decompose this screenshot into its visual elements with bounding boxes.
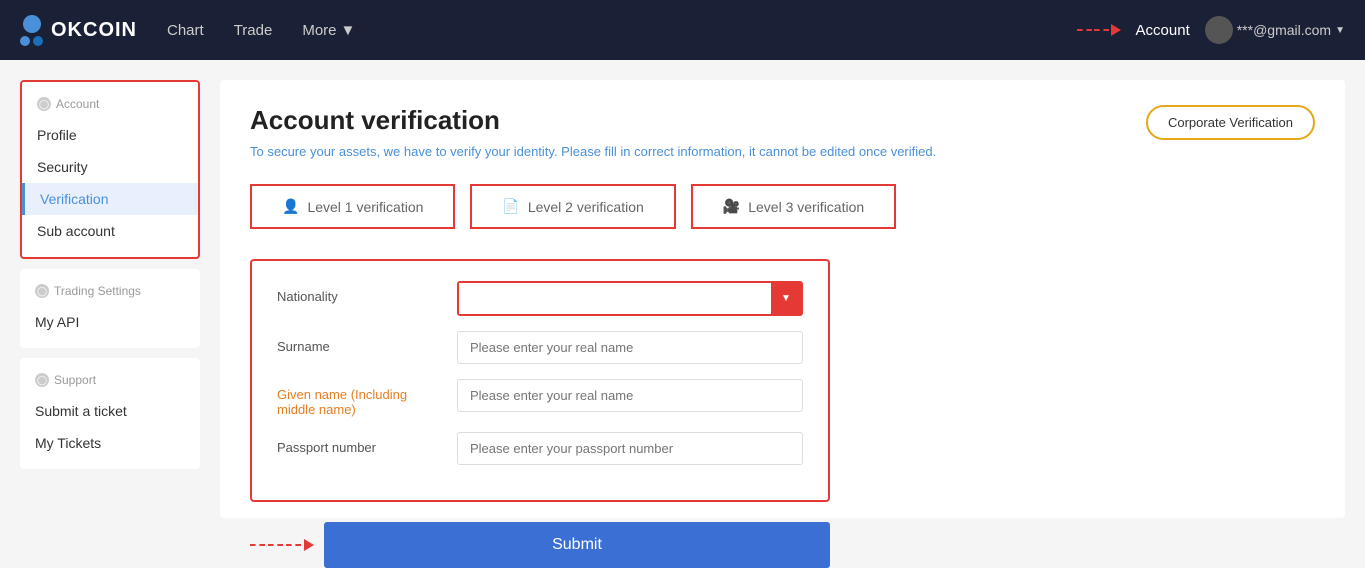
submit-dash-3 bbox=[286, 544, 301, 546]
logo-dot-2 bbox=[33, 36, 43, 46]
given-name-label: Given name (Including middle name) bbox=[277, 379, 437, 417]
submit-dash-1 bbox=[250, 544, 265, 546]
page-subtitle: To secure your assets, we have to verify… bbox=[250, 144, 1315, 159]
person-icon: 👤 bbox=[282, 198, 299, 215]
surname-row: Surname bbox=[277, 331, 803, 364]
support-section-icon: ◯ bbox=[35, 373, 49, 387]
sidebar-item-security[interactable]: Security bbox=[22, 151, 198, 183]
video-icon: 🎥 bbox=[723, 198, 740, 215]
nationality-select[interactable] bbox=[459, 283, 801, 314]
sidebar-item-my-tickets[interactable]: My Tickets bbox=[20, 427, 200, 459]
sidebar-item-profile[interactable]: Profile bbox=[22, 119, 198, 151]
sidebar: ◯ Account Profile Security Verification … bbox=[20, 80, 200, 518]
level-2-btn[interactable]: 📄 Level 2 verification bbox=[470, 184, 675, 229]
nav-trade[interactable]: Trade bbox=[234, 22, 273, 39]
header: OKCOIN Chart Trade More ▼ Account ***@gm… bbox=[0, 0, 1365, 60]
user-email-display[interactable]: ***@gmail.com ▼ bbox=[1205, 16, 1345, 44]
account-arrow-indicator bbox=[1077, 24, 1121, 36]
main-layout: ◯ Account Profile Security Verification … bbox=[0, 60, 1365, 538]
verification-form: Nationality ▼ Surname Given name (Includ… bbox=[250, 259, 830, 502]
arrow-right-icon bbox=[1111, 24, 1121, 36]
submit-button[interactable]: Submit bbox=[324, 522, 830, 568]
nav-more[interactable]: More ▼ bbox=[302, 22, 355, 39]
submit-area: Submit bbox=[250, 522, 830, 568]
logo-dots bbox=[20, 15, 43, 46]
verification-levels: 👤 Level 1 verification 📄 Level 2 verific… bbox=[250, 184, 1315, 229]
logo-text: OKCOIN bbox=[51, 19, 137, 42]
logo-dot-main bbox=[23, 15, 41, 33]
nav-chart[interactable]: Chart bbox=[167, 22, 204, 39]
sidebar-trading-section: ◯ Trading Settings My API bbox=[20, 269, 200, 348]
trading-section-icon: ◯ bbox=[35, 284, 49, 298]
nationality-row: Nationality ▼ bbox=[277, 281, 803, 316]
sidebar-support-title: ◯ Support bbox=[20, 368, 200, 395]
passport-input[interactable] bbox=[457, 432, 803, 465]
avatar bbox=[1205, 16, 1233, 44]
user-menu-chevron: ▼ bbox=[1335, 25, 1345, 36]
header-right: Account ***@gmail.com ▼ bbox=[1077, 16, 1345, 44]
corporate-verification-button[interactable]: Corporate Verification bbox=[1146, 105, 1315, 140]
main-content: Account verification To secure your asse… bbox=[220, 80, 1345, 518]
sidebar-item-sub-account[interactable]: Sub account bbox=[22, 215, 198, 247]
nationality-label: Nationality bbox=[277, 281, 437, 304]
account-nav-link[interactable]: Account bbox=[1136, 22, 1190, 39]
sidebar-account-title: ◯ Account bbox=[22, 92, 198, 119]
sidebar-item-verification[interactable]: Verification bbox=[22, 183, 198, 215]
passport-label: Passport number bbox=[277, 432, 437, 455]
sidebar-support-section: ◯ Support Submit a ticket My Tickets bbox=[20, 358, 200, 469]
dash-2 bbox=[1094, 29, 1109, 31]
surname-input[interactable] bbox=[457, 331, 803, 364]
id-card-icon: 📄 bbox=[502, 198, 519, 215]
sidebar-account-section: ◯ Account Profile Security Verification … bbox=[20, 80, 200, 259]
submit-arrow-indicator bbox=[250, 539, 314, 551]
submit-arrow-right-icon bbox=[304, 539, 314, 551]
dash-1 bbox=[1077, 29, 1092, 31]
sidebar-item-submit-ticket[interactable]: Submit a ticket bbox=[20, 395, 200, 427]
sidebar-item-my-api[interactable]: My API bbox=[20, 306, 200, 338]
given-name-input[interactable] bbox=[457, 379, 803, 412]
account-section-icon: ◯ bbox=[37, 97, 51, 111]
level-1-btn[interactable]: 👤 Level 1 verification bbox=[250, 184, 455, 229]
submit-dash-2 bbox=[268, 544, 283, 546]
passport-row: Passport number bbox=[277, 432, 803, 465]
logo-dot-1 bbox=[20, 36, 30, 46]
main-nav: Chart Trade More ▼ bbox=[167, 22, 1047, 39]
level-3-btn[interactable]: 🎥 Level 3 verification bbox=[691, 184, 896, 229]
surname-label: Surname bbox=[277, 331, 437, 354]
nationality-select-wrapper: ▼ bbox=[457, 281, 803, 316]
chevron-down-icon: ▼ bbox=[341, 22, 356, 39]
logo: OKCOIN bbox=[20, 15, 137, 46]
sidebar-trading-title: ◯ Trading Settings bbox=[20, 279, 200, 306]
given-name-row: Given name (Including middle name) bbox=[277, 379, 803, 417]
